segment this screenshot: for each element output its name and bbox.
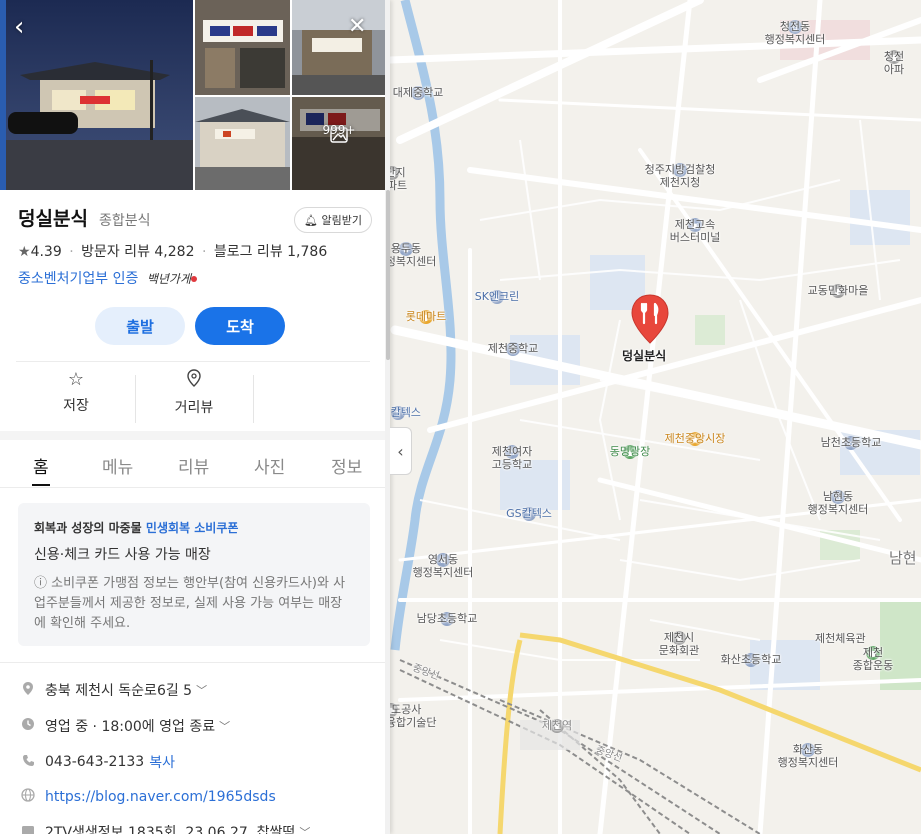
back-icon[interactable]: ‹ [14, 14, 24, 40]
blog-reviews-link[interactable]: 블로그 리뷰 1,786 [214, 244, 327, 260]
tv-text: 2TV생생정보 1835회, 23.06.27. 찹쌀떡 [45, 825, 296, 834]
tab-info[interactable]: 정보 [331, 453, 362, 478]
phone-number: 043-643-2133 [45, 754, 145, 770]
coupon-title-highlight[interactable]: 민생회복 소비쿠폰 [146, 521, 239, 535]
globe-icon [20, 788, 36, 806]
hours-row[interactable]: 영업 중 · 18:00에 영업 종료 ﹀ [20, 716, 230, 736]
certification: 중소벤처기업부 인증 백년가게 [18, 268, 372, 288]
tab-reviews[interactable]: 리뷰 [178, 453, 209, 478]
tab-photos[interactable]: 사진 [254, 453, 285, 478]
chevron-left-icon: ‹ [397, 441, 404, 461]
street-view-label: 거리뷰 [174, 400, 214, 416]
app-root: ⌂ 청전동 행정복지센터 ■ 청전 아파 ⌂ 대제중학교 ■ 2단지 아파트 ⌂… [0, 0, 921, 834]
storefront-photo [195, 0, 290, 95]
coupon-subtitle: 신용·체크 카드 사용 가능 매장 [34, 547, 211, 563]
action-row: ☆ 저장 거리뷰 [16, 361, 370, 431]
depart-button[interactable]: 출발 [95, 307, 185, 345]
hundred-year-store-mark: 백년가게 [146, 272, 191, 286]
route-buttons: 출발 도착 [18, 307, 372, 345]
photo-thumb-3[interactable] [195, 97, 290, 190]
address-row[interactable]: 충북 제천시 독순로6길 5 ﹀ [20, 680, 207, 700]
tab-bar: 홈 메뉴 리뷰 사진 정보 [0, 440, 386, 488]
alarm-label: 알림받기 [321, 214, 362, 227]
chevron-down-icon: ﹀ [219, 720, 231, 733]
photo-thumb-more[interactable] [292, 97, 386, 190]
close-icon[interactable]: ✕ [348, 14, 366, 40]
section-divider [0, 431, 386, 440]
storefront-photo [195, 97, 290, 190]
collapse-panel-button[interactable]: ‹ [390, 427, 412, 475]
separator-dot: · [201, 244, 207, 260]
storefront-photo [0, 0, 193, 190]
tab-menu[interactable]: 메뉴 [102, 453, 133, 478]
map-label-gym: 제천체육관 [815, 632, 866, 645]
clock-icon [20, 717, 36, 735]
review-stats: ★4.39 · 방문자 리뷰 4,282 · 블로그 리뷰 1,786 [18, 241, 372, 261]
storefront-photo [292, 0, 386, 95]
tv-row[interactable]: 2TV생생정보 1835회, 23.06.27. 찹쌀떡 ﹀ [20, 822, 310, 834]
phone-row: 043-643-2133 복사 [20, 752, 175, 772]
star-outline-icon: ☆ [67, 369, 85, 390]
star-icon: ★ [18, 244, 31, 260]
photo-thumb-2[interactable] [292, 0, 386, 95]
arrive-button[interactable]: 도착 [195, 307, 285, 345]
map-area-label-namhyeon: 남현 [889, 549, 917, 567]
location-pin-icon [187, 369, 201, 391]
address-text: 충북 제천시 독순로6길 5 [45, 683, 193, 699]
photo-main[interactable] [0, 0, 193, 190]
place-marker-label[interactable]: 덩실분식 [622, 347, 666, 364]
copy-phone-button[interactable]: 복사 [149, 752, 175, 772]
active-tab-indicator [32, 484, 50, 486]
street-view-button[interactable]: 거리뷰 [134, 362, 254, 424]
place-marker-icon[interactable] [630, 293, 670, 345]
chevron-down-icon: ﹀ [299, 826, 311, 834]
divider [0, 662, 386, 663]
website-link[interactable]: https://blog.naver.com/1965dsds [45, 789, 276, 805]
place-name: 덩실분식 [18, 208, 88, 230]
coupon-title: 회복과 성장의 마중물 민생회복 소비쿠폰 [34, 519, 354, 536]
tv-icon [20, 824, 36, 834]
scrollbar-thumb[interactable] [386, 190, 390, 360]
place-category: 종합분식 [99, 213, 151, 229]
place-header: 덩실분식 종합분식 🔔︎ 알림받기 ★4.39 · 방문자 리뷰 4,282 ·… [0, 190, 390, 345]
hours-text: 영업 중 · 18:00에 영업 종료 [45, 719, 216, 735]
bell-icon: 🔔︎ [304, 214, 319, 227]
photo-thumb-1[interactable] [195, 0, 290, 95]
rating: 4.39 [30, 244, 62, 260]
alarm-button[interactable]: 🔔︎ 알림받기 [294, 207, 372, 233]
coupon-title-prefix: 회복과 성장의 마중물 [34, 521, 142, 535]
seal-icon [191, 276, 197, 282]
storefront-photo [292, 97, 386, 190]
place-detail-panel: 999+ ‹ ✕ 덩실분식 종합분식 🔔︎ 알림받기 ★4.39 · 방문자 리… [0, 0, 390, 834]
scrollbar-track[interactable] [385, 0, 390, 834]
separator-dot: · [69, 244, 74, 260]
photo-count: 999+ [322, 123, 356, 137]
photo-gallery[interactable]: 999+ ‹ ✕ [0, 0, 386, 190]
visitor-reviews-link[interactable]: 방문자 리뷰 4,282 [81, 244, 194, 260]
phone-icon [20, 754, 36, 771]
tab-home[interactable]: 홈 [33, 453, 49, 478]
coupon-note: ⓘ 소비쿠폰 가맹점 정보는 행안부(참여 신용카드사)와 사업주분들께서 제공… [34, 576, 346, 631]
website-row: https://blog.naver.com/1965dsds [20, 788, 276, 806]
coupon-notice: 회복과 성장의 마중물 민생회복 소비쿠폰 신용·체크 카드 사용 가능 매장 … [18, 503, 370, 646]
location-pin-icon [20, 681, 36, 700]
certification-label[interactable]: 중소벤처기업부 인증 [18, 271, 138, 287]
save-button[interactable]: ☆ 저장 [16, 362, 136, 424]
divider [253, 375, 254, 423]
chevron-down-icon: ﹀ [196, 684, 208, 697]
save-label: 저장 [63, 398, 89, 414]
